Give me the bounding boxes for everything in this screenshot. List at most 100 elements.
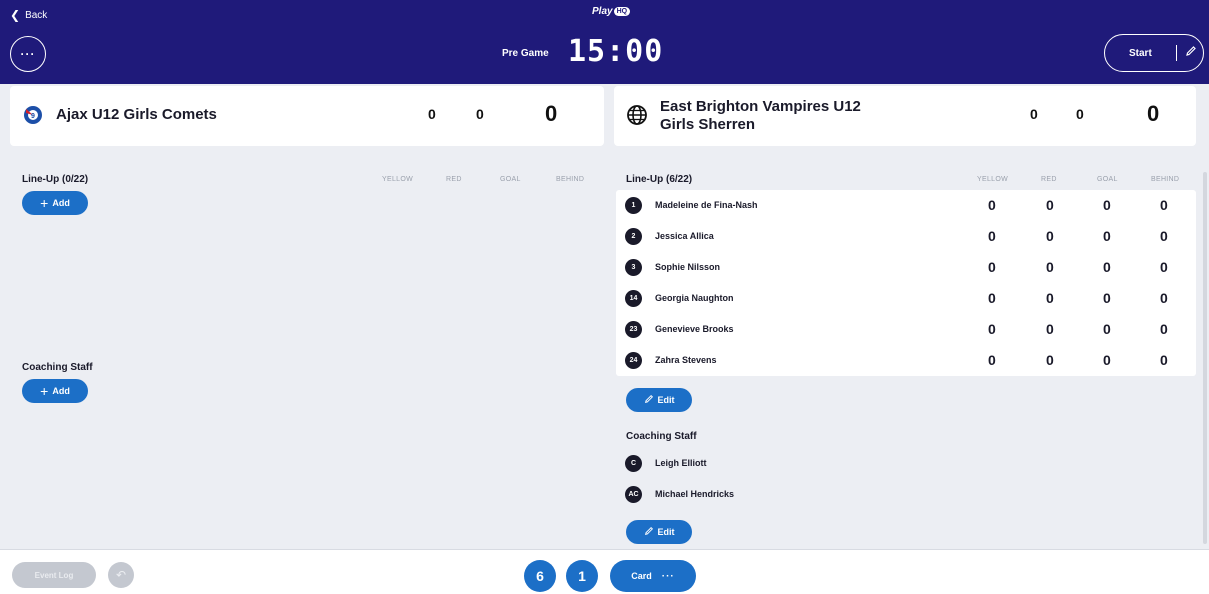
red-count[interactable]: 0	[1046, 321, 1054, 337]
add-coach-label: Add	[52, 386, 70, 396]
home-score-b: 0	[476, 106, 484, 122]
chevron-left-icon: ❮	[10, 8, 21, 22]
home-total-score: 0	[545, 101, 558, 126]
logo-text: Play	[592, 6, 613, 17]
behind-count[interactable]: 0	[1160, 352, 1168, 368]
behind-count[interactable]: 0	[1160, 290, 1168, 306]
goal-count[interactable]: 0	[1103, 321, 1111, 337]
plus-icon: +	[40, 195, 49, 211]
player-name: Zahra Stevens	[655, 355, 717, 365]
home-col-goal: GOAL	[500, 176, 521, 183]
red-count[interactable]: 0	[1046, 228, 1054, 244]
player-row[interactable]: 2 Jessica Allica 0 0 0 0	[616, 221, 1196, 252]
red-count[interactable]: 0	[1046, 259, 1054, 275]
start-button[interactable]: Start	[1104, 34, 1204, 72]
more-menu-button[interactable]: ···	[10, 36, 46, 72]
top-bar: ❮ Back Play HQ ··· Pre Game 15:00 Start	[0, 0, 1209, 84]
staff-row[interactable]: AC Michael Hendricks	[616, 479, 916, 510]
add-player-button[interactable]: + Add	[22, 191, 88, 215]
away-score-b: 0	[1076, 106, 1084, 122]
home-col-yellow: YELLOW	[382, 176, 413, 183]
player-row[interactable]: 23 Genevieve Brooks 0 0 0 0	[616, 314, 1196, 345]
goal-count[interactable]: 0	[1103, 228, 1111, 244]
away-score-a: 0	[1030, 106, 1038, 122]
player-name: Jessica Allica	[655, 231, 714, 241]
yellow-count[interactable]: 0	[988, 352, 996, 368]
yellow-count[interactable]: 0	[988, 228, 996, 244]
player-name: Sophie Nilsson	[655, 262, 721, 272]
card-button[interactable]: Card ···	[610, 560, 696, 592]
player-number: 1	[625, 197, 642, 214]
home-score-a: 0	[428, 106, 436, 122]
goal-count[interactable]: 0	[1103, 197, 1111, 213]
away-coaching-title: Coaching Staff	[626, 431, 697, 442]
yellow-count[interactable]: 0	[988, 259, 996, 275]
behind-count[interactable]: 0	[1160, 259, 1168, 275]
goal-count[interactable]: 0	[1103, 259, 1111, 275]
staff-name: Leigh Elliott	[655, 458, 707, 468]
player-row[interactable]: 24 Zahra Stevens 0 0 0 0	[616, 345, 1196, 376]
edit-label: Edit	[657, 395, 675, 405]
player-row[interactable]: 14 Georgia Naughton 0 0 0 0	[616, 283, 1196, 314]
edit-lineup-button[interactable]: Edit	[626, 388, 692, 412]
pencil-icon	[644, 394, 654, 406]
edit-clock-icon[interactable]	[1185, 45, 1197, 60]
undo-button[interactable]: ↶	[108, 562, 134, 588]
away-lineup-title: Line-Up (6/22)	[626, 174, 693, 185]
player-name: Genevieve Brooks	[655, 324, 734, 334]
team-logo-icon: 9	[22, 104, 44, 126]
home-col-red: RED	[446, 176, 462, 183]
goal-count[interactable]: 0	[1103, 352, 1111, 368]
playhq-logo: Play HQ	[592, 6, 631, 17]
yellow-count[interactable]: 0	[988, 197, 996, 213]
away-total-score: 0	[1147, 101, 1160, 126]
back-button[interactable]: ❮ Back	[10, 9, 47, 21]
scrollbar[interactable]	[1203, 172, 1207, 544]
behind-count[interactable]: 0	[1160, 321, 1168, 337]
yellow-count[interactable]: 0	[988, 321, 996, 337]
red-count[interactable]: 0	[1046, 197, 1054, 213]
home-team-name: Ajax U12 Girls Comets	[56, 106, 217, 123]
home-count-button[interactable]: 6	[524, 560, 556, 592]
home-team-card: 9 Ajax U12 Girls Comets 0 0 0	[10, 86, 604, 146]
player-name: Madeleine de Fina-Nash	[655, 200, 758, 210]
edit-staff-label: Edit	[657, 527, 675, 537]
staff-role-badge: AC	[625, 486, 642, 503]
add-coach-button[interactable]: + Add	[22, 379, 88, 403]
player-row[interactable]: 1 Madeleine de Fina-Nash 0 0 0 0	[616, 190, 1196, 221]
bottom-bar: Event Log ↶ 6 1 Card ···	[0, 549, 1209, 594]
yellow-count[interactable]: 0	[988, 290, 996, 306]
start-label: Start	[1129, 47, 1152, 59]
start-divider	[1176, 45, 1177, 61]
player-number: 23	[625, 321, 642, 338]
ellipsis-icon: ···	[661, 570, 675, 582]
red-count[interactable]: 0	[1046, 290, 1054, 306]
staff-name: Michael Hendricks	[655, 489, 735, 499]
away-team-card: East Brighton Vampires U12 Girls Sherren…	[614, 86, 1196, 146]
away-col-behind: BEHIND	[1151, 176, 1180, 183]
player-name: Georgia Naughton	[655, 293, 734, 303]
player-number: 14	[625, 290, 642, 307]
plus-icon: +	[40, 383, 49, 399]
away-player-list: 1 Madeleine de Fina-Nash 0 0 0 0 2 Jessi…	[616, 190, 1196, 376]
goal-count[interactable]: 0	[1103, 290, 1111, 306]
home-col-behind: BEHIND	[556, 176, 585, 183]
card-label: Card	[631, 571, 652, 581]
staff-row[interactable]: C Leigh Elliott	[616, 448, 916, 479]
game-clock: 15:00	[568, 34, 664, 69]
edit-staff-button[interactable]: Edit	[626, 520, 692, 544]
away-count-button[interactable]: 1	[566, 560, 598, 592]
home-coaching-title: Coaching Staff	[22, 362, 93, 373]
game-status: Pre Game	[502, 48, 549, 59]
event-log-button[interactable]: Event Log	[12, 562, 96, 588]
away-col-yellow: YELLOW	[977, 176, 1008, 183]
ellipsis-icon: ···	[20, 47, 36, 61]
player-row[interactable]: 3 Sophie Nilsson 0 0 0 0	[616, 252, 1196, 283]
add-label: Add	[52, 198, 70, 208]
undo-icon: ↶	[115, 568, 127, 582]
red-count[interactable]: 0	[1046, 352, 1054, 368]
staff-role-badge: C	[625, 455, 642, 472]
logo-badge: HQ	[613, 7, 631, 16]
behind-count[interactable]: 0	[1160, 228, 1168, 244]
behind-count[interactable]: 0	[1160, 197, 1168, 213]
